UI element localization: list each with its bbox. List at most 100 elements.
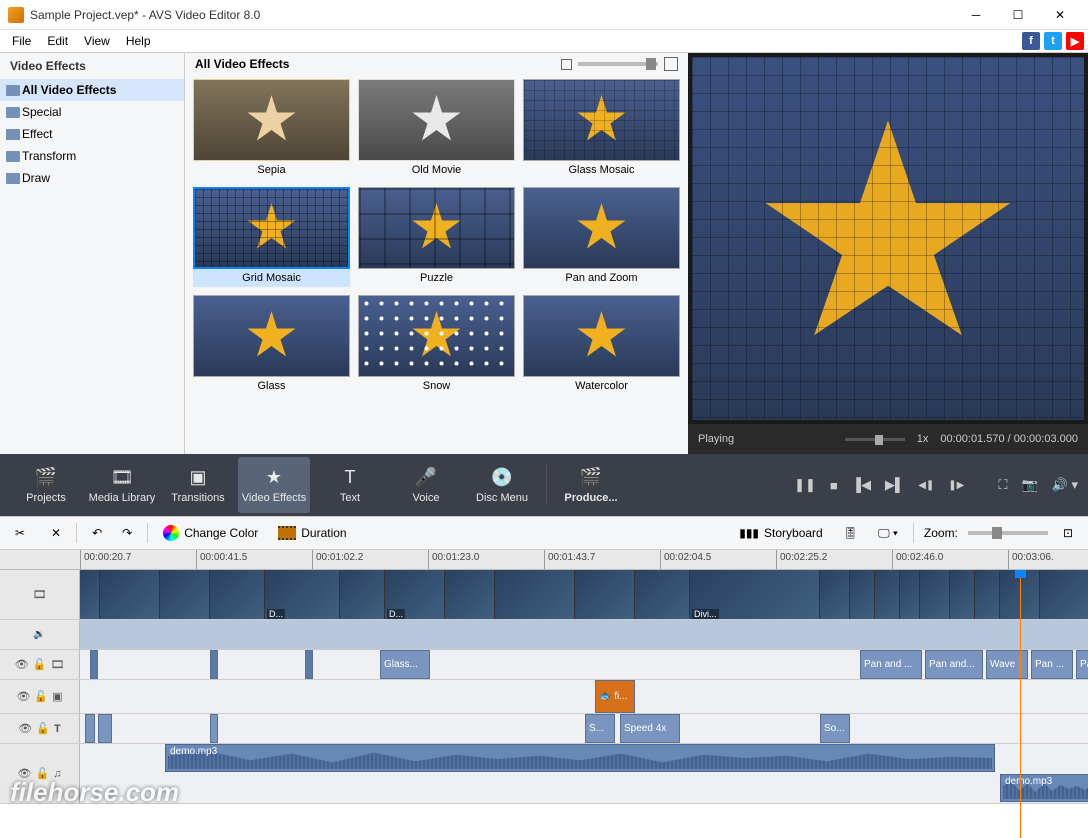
lock-icon[interactable]: 🔓 [33,658,47,671]
video-clip[interactable] [635,570,690,619]
step-fwd-button[interactable]: ❚▶ [948,480,964,491]
text-track-head[interactable]: 👁 🔓 T [0,714,80,743]
sidebar-item-all-video-effects[interactable]: All Video Effects [0,79,184,101]
video-clip[interactable] [265,570,340,619]
thumbnail-zoom[interactable] [561,57,678,71]
lock-icon[interactable]: 🔓 [36,767,50,780]
video-clip[interactable] [950,570,975,619]
twitter-icon[interactable]: t [1044,32,1062,50]
sidebar-item-transform[interactable]: Transform [0,145,184,167]
video-clip[interactable] [820,570,850,619]
text-clip[interactable] [98,714,112,743]
toolbar-video-effects[interactable]: ★Video Effects [238,457,310,513]
text-clip[interactable]: So... [820,714,850,743]
prev-button[interactable]: ▐◀ [852,477,871,493]
audio-clip[interactable]: demo.mp3 [1000,774,1088,802]
effect-old-movie[interactable]: Old Movie [358,79,515,179]
effect-clip[interactable] [90,650,98,679]
eye-icon[interactable]: 👁 [18,767,32,780]
text-clip[interactable] [210,714,218,743]
effect-pan-and-zoom[interactable]: Pan and Zoom [523,187,680,287]
video-clip[interactable] [850,570,875,619]
effect-clip[interactable]: Wave [986,650,1028,679]
next-button[interactable]: ▶▌ [885,477,904,493]
fullscreen-button[interactable]: ⛶ [998,477,1007,493]
stop-button[interactable]: ■ [830,478,838,493]
eye-icon[interactable]: 👁 [16,690,30,703]
redo-button[interactable]: ↷ [117,523,137,543]
audio-track-body[interactable]: demo.mp3demo.mp3 [80,744,1088,803]
youtube-icon[interactable]: ▶ [1066,32,1084,50]
menu-view[interactable]: View [76,32,118,50]
overlay-clip[interactable]: 🐟 fi... [595,680,635,713]
effects-track-body[interactable]: Glass...Pan and ...Pan and...WavePan ...… [80,650,1088,679]
lock-icon[interactable]: 🔓 [34,690,48,703]
video-clip[interactable] [80,570,100,619]
sidebar-item-draw[interactable]: Draw [0,167,184,189]
effect-glass-mosaic[interactable]: Glass Mosaic [523,79,680,179]
text-track-body[interactable]: S...Speed 4xSo...AVS Vid... [80,714,1088,743]
effect-clip[interactable]: Pan and ... [860,650,922,679]
playhead[interactable] [1020,570,1021,838]
close-button[interactable]: ✕ [1040,4,1080,26]
overlay-track-head[interactable]: 👁 🔓 ▣ [0,680,80,713]
menu-help[interactable]: Help [118,32,159,50]
video-clip[interactable] [920,570,950,619]
eye-icon[interactable]: 👁 [18,722,32,735]
zoom-slider[interactable] [578,62,658,66]
video-clip[interactable] [445,570,495,619]
effect-glass[interactable]: Glass [193,295,350,395]
video-clip[interactable] [975,570,1000,619]
undo-button[interactable]: ↶ [87,523,107,543]
audio-mix-button[interactable]: 🎚 [838,523,863,543]
fit-button[interactable]: ⊡ [1058,523,1078,543]
effect-clip[interactable]: Pan and... [925,650,983,679]
toolbar-voice[interactable]: 🎤Voice [390,457,462,513]
preview-screen[interactable] [692,57,1084,420]
video-clip[interactable] [900,570,920,619]
effects-track-head[interactable]: 👁 🔓 🎞 [0,650,80,679]
speed-slider[interactable] [845,438,905,441]
text-clip[interactable]: Speed 4x [620,714,680,743]
toolbar-projects[interactable]: 🎬Projects [10,457,82,513]
menu-edit[interactable]: Edit [39,32,76,50]
effect-snow[interactable]: Snow [358,295,515,395]
minimize-button[interactable]: ─ [956,4,996,26]
video-clip[interactable] [1040,570,1088,619]
produce-button[interactable]: 🎬 Produce... [555,457,627,513]
facebook-icon[interactable]: f [1022,32,1040,50]
toolbar-disc-menu[interactable]: 💿Disc Menu [466,457,538,513]
audio-clip[interactable]: demo.mp3 [165,744,995,772]
video-clip[interactable] [690,570,820,619]
effect-clip[interactable]: Pan ... [1031,650,1073,679]
toolbar-text[interactable]: TText [314,457,386,513]
video-track-head[interactable]: 🎞 [0,570,80,619]
storyboard-button[interactable]: ▮▮▮ Storyboard [734,523,828,543]
effect-clip[interactable]: Glass... [380,650,430,679]
video-clip[interactable] [340,570,385,619]
eye-icon[interactable]: 👁 [15,658,29,671]
toolbar-media-library[interactable]: 🎞Media Library [86,457,158,513]
audio-track-head[interactable]: 👁 🔓 ♫ [0,744,80,803]
text-clip[interactable] [85,714,95,743]
monitor-button[interactable]: 🖵 ▾ [873,523,903,544]
effect-clip[interactable]: Pan ... [1076,650,1088,679]
overlay-track-body[interactable]: 🐟 fi... [80,680,1088,713]
split-button[interactable]: ✂ [10,523,36,543]
effect-puzzle[interactable]: Puzzle [358,187,515,287]
video-clip[interactable] [100,570,160,619]
maximize-button[interactable]: ☐ [998,4,1038,26]
time-ruler[interactable]: 00:00:20.700:00:41.500:01:02.200:01:23.0… [0,550,1088,570]
video-clip[interactable] [160,570,210,619]
menu-file[interactable]: File [4,32,39,50]
effect-clip[interactable] [305,650,313,679]
video-audio-body[interactable] [80,620,1088,649]
video-clip[interactable] [495,570,575,619]
delete-button[interactable]: ✕ [46,523,66,543]
video-track-body[interactable] [80,570,1088,619]
step-back-button[interactable]: ◀❚ [918,480,934,491]
effect-grid-mosaic[interactable]: Grid Mosaic [193,187,350,287]
lock-icon[interactable]: 🔓 [36,722,50,735]
pause-button[interactable]: ❚❚ [794,477,816,493]
video-clip[interactable] [575,570,635,619]
